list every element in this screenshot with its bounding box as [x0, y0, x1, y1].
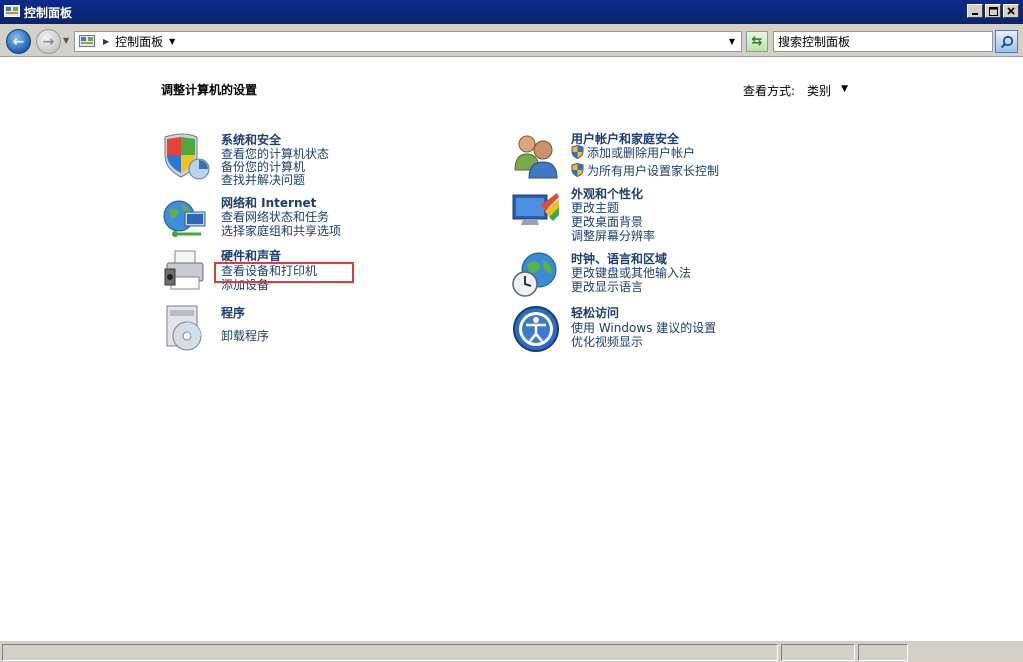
back-arrow-icon: ←: [12, 33, 25, 50]
monitor-paint-icon: [512, 193, 559, 225]
category-user-accounts: 用户帐户和家庭安全 添加或删除用户帐户 为所有用户设置家长控制: [511, 130, 811, 186]
forward-arrow-icon: →: [42, 33, 55, 50]
control-panel-icon: [79, 34, 95, 47]
chevron-down-icon[interactable]: ▼: [841, 84, 848, 99]
users-icon: [514, 135, 558, 179]
highlight-box: [214, 262, 354, 283]
window-title: 控制面板: [24, 5, 73, 20]
control-panel-content: 调整计算机的设置 查看方式: 类别 ▼ 系统和安全 查看您的计算机状态 备份您的…: [0, 58, 1023, 640]
link-troubleshoot[interactable]: 查找并解决问题: [221, 171, 305, 188]
ease-of-access-icon: [513, 306, 559, 352]
category-title[interactable]: 程序: [221, 304, 245, 321]
view-by-value[interactable]: 类别: [807, 82, 831, 99]
search-button[interactable]: [995, 30, 1018, 53]
view-by-selector[interactable]: 查看方式: 类别 ▼: [743, 82, 848, 99]
minimize-button[interactable]: [967, 4, 983, 18]
address-history-dropdown[interactable]: ▼: [729, 37, 735, 46]
view-by-label: 查看方式:: [743, 84, 796, 98]
category-ease-of-access: 轻松访问 使用 Windows 建议的设置 优化视频显示: [511, 304, 811, 354]
page-title: 调整计算机的设置: [161, 83, 258, 97]
breadcrumb-dropdown-icon[interactable]: ▼: [169, 37, 175, 46]
link-parental-controls[interactable]: 为所有用户设置家长控制: [571, 162, 719, 179]
back-button[interactable]: ←: [6, 29, 31, 54]
link-change-display-language[interactable]: 更改显示语言: [571, 278, 643, 295]
breadcrumb-control-panel[interactable]: 控制面板: [115, 33, 163, 50]
status-pane-main: [2, 644, 778, 661]
control-panel-icon: [4, 5, 20, 17]
programs-disc-icon: [166, 305, 202, 351]
shield-icon: [164, 133, 210, 180]
link-homegroup-sharing[interactable]: 选择家庭组和共享选项: [221, 222, 341, 239]
search-input[interactable]: 搜索控制面板: [773, 31, 993, 52]
category-network-internet: 网络和 Internet 查看网络状态和任务 选择家庭组和共享选项: [161, 194, 461, 244]
status-pane-3: [858, 644, 908, 661]
close-icon: [1007, 7, 1015, 15]
search-input-text: 搜索控制面板: [778, 35, 851, 49]
link-optimize-visual-display[interactable]: 优化视频显示: [571, 333, 643, 350]
recent-pages-button[interactable]: ▼: [63, 36, 69, 45]
chevron-down-icon: ▼: [63, 36, 70, 45]
link-add-remove-users[interactable]: 添加或删除用户帐户: [571, 144, 695, 161]
category-appearance: 外观和个性化 更改主题 更改桌面背景 调整屏幕分辨率: [511, 185, 811, 244]
search-icon: [1000, 35, 1013, 48]
navigation-toolbar: ← → ▼ ▶ 控制面板 ▼ ▼ ⇆ 搜索控制面板: [0, 24, 1023, 57]
window-controls: [967, 4, 1019, 18]
status-bar: [0, 640, 1023, 662]
link-label: 添加或删除用户帐户: [587, 146, 696, 160]
category-clock-language-region: 时钟、语言和区域 更改键盘或其他输入法 更改显示语言: [511, 250, 811, 300]
uac-shield-icon: [571, 163, 584, 177]
maximize-button[interactable]: [985, 4, 1001, 18]
printer-icon: [164, 250, 204, 290]
address-bar[interactable]: ▶ 控制面板 ▼ ▼: [74, 31, 742, 52]
minimize-icon: [972, 13, 978, 15]
refresh-button[interactable]: ⇆: [746, 31, 768, 52]
status-pane-2: [781, 644, 855, 661]
category-system-security: 系统和安全 查看您的计算机状态 备份您的计算机 查找并解决问题: [161, 131, 461, 187]
category-programs: 程序 卸载程序: [161, 304, 461, 354]
uac-shield-icon: [571, 145, 584, 159]
close-button[interactable]: [1003, 4, 1019, 18]
window-titlebar: 控制面板: [0, 0, 1023, 24]
network-globe-icon: [163, 200, 206, 237]
link-label: 为所有用户设置家长控制: [587, 164, 720, 178]
maximize-icon: [988, 6, 998, 16]
link-screen-resolution[interactable]: 调整屏幕分辨率: [571, 227, 655, 244]
clock-globe-icon: [512, 252, 557, 297]
refresh-icon: ⇆: [751, 34, 763, 49]
breadcrumb-separator-icon[interactable]: ▶: [103, 37, 109, 46]
link-uninstall-program[interactable]: 卸载程序: [221, 327, 269, 344]
forward-button[interactable]: →: [36, 29, 61, 54]
